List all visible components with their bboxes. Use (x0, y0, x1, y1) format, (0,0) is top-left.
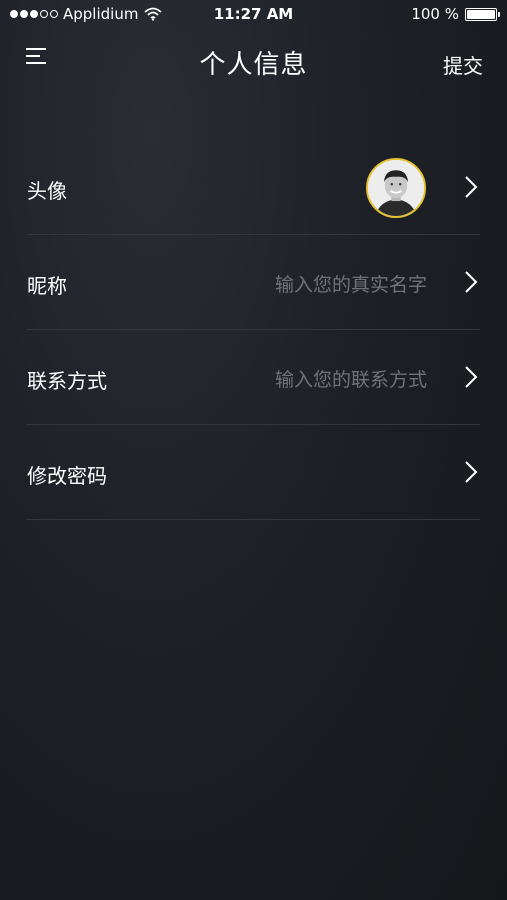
battery-icon (465, 7, 500, 21)
status-bar: Applidium 11:27 AM 100 % (0, 0, 507, 30)
row-label-nickname: 昵称 (27, 274, 67, 298)
nickname-field[interactable]: 输入您的真实名字 (275, 270, 427, 297)
chevron-right-icon (465, 176, 478, 198)
chevron-right-icon (465, 366, 478, 388)
page-title: 个人信息 (199, 50, 308, 80)
chevron-right-icon (465, 271, 478, 293)
row-avatar[interactable]: 头像 (27, 140, 480, 235)
battery-percentage: 100 % (411, 5, 459, 23)
row-label-contact: 联系方式 (27, 369, 107, 393)
profile-settings-list: 头像 昵称 输入您的真实名字 联系方式 输入您的联系方式 修改密码 (27, 140, 480, 520)
avatar[interactable] (366, 158, 426, 218)
chevron-right-icon (465, 461, 478, 483)
nav-bar: 个人信息 提交 (0, 36, 507, 92)
contact-field[interactable]: 输入您的联系方式 (275, 365, 427, 392)
avatar-image (368, 160, 424, 216)
row-change-password[interactable]: 修改密码 (27, 425, 480, 520)
row-label-change-password: 修改密码 (27, 464, 107, 488)
status-right: 100 % (411, 5, 500, 23)
row-label-avatar: 头像 (27, 179, 67, 203)
submit-button[interactable]: 提交 (443, 50, 483, 79)
row-contact[interactable]: 联系方式 输入您的联系方式 (27, 330, 480, 425)
row-nickname[interactable]: 昵称 输入您的真实名字 (27, 235, 480, 330)
